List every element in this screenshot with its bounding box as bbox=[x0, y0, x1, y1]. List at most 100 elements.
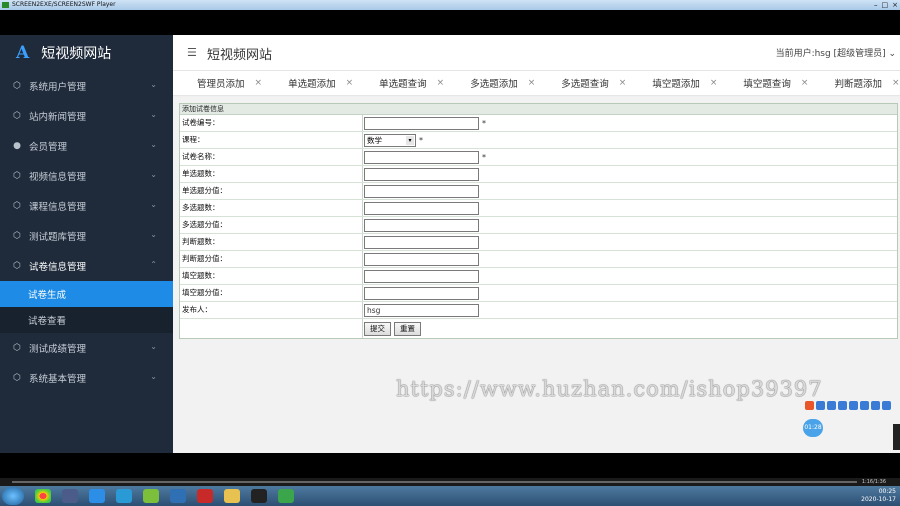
sidebar-item-courses[interactable]: ⬡ 课程信息管理 ⌄ bbox=[0, 191, 173, 221]
cube-icon: ⬡ bbox=[13, 171, 21, 181]
course-select[interactable]: 数学 ▾ bbox=[364, 133, 416, 147]
tab-multi-choice-add[interactable]: 多选题添加 × bbox=[470, 76, 535, 90]
sidebar-item-label: 测试成绩管理 bbox=[29, 344, 87, 355]
close-icon[interactable]: × bbox=[892, 0, 898, 10]
sidebar-item-news[interactable]: ⬡ 站内新闻管理 ⌄ bbox=[0, 101, 173, 131]
player-title-bar: SCREEN2EXE/SCREEN2SWF Player – □ × bbox=[0, 0, 900, 10]
tab-single-choice-query[interactable]: 单选题查询 × bbox=[379, 76, 444, 90]
true-false-count-input[interactable] bbox=[364, 235, 479, 249]
close-icon[interactable]: × bbox=[892, 78, 900, 88]
multi-choice-count-input[interactable] bbox=[364, 201, 479, 215]
chevron-up-icon: ⌃ bbox=[150, 260, 157, 269]
emoji-icon[interactable] bbox=[838, 401, 847, 410]
app-icon[interactable] bbox=[170, 489, 186, 503]
system-tray[interactable]: 00:25 2020-10-17 bbox=[861, 488, 896, 504]
maximize-icon[interactable]: □ bbox=[882, 0, 889, 10]
sidebar-item-videos[interactable]: ⬡ 视频信息管理 ⌄ bbox=[0, 161, 173, 191]
fill-blank-score-input[interactable] bbox=[364, 286, 479, 300]
progress-track[interactable] bbox=[12, 481, 857, 483]
tab-true-false-add[interactable]: 判断题添加 × bbox=[834, 76, 899, 90]
ime-toolbar bbox=[805, 401, 891, 410]
field-label: 填空题数： bbox=[180, 268, 363, 284]
tab-fill-blank-query[interactable]: 填空题查询 × bbox=[743, 76, 808, 90]
fill-blank-count-input[interactable] bbox=[364, 269, 479, 283]
single-choice-count-input[interactable] bbox=[364, 167, 479, 181]
reset-button[interactable]: 重置 bbox=[394, 321, 421, 336]
form-row: 单选题数： bbox=[180, 166, 897, 183]
tab-label: 判断题添加 bbox=[834, 79, 882, 90]
tab-label: 多选题添加 bbox=[470, 79, 518, 90]
required-mark: * bbox=[482, 152, 486, 162]
form-row: 多选题分值： bbox=[180, 217, 897, 234]
app-icon[interactable] bbox=[89, 489, 105, 503]
true-false-score-input[interactable] bbox=[364, 252, 479, 266]
keyboard-icon[interactable] bbox=[860, 401, 869, 410]
chevron-down-icon: ⌄ bbox=[150, 342, 157, 351]
ime-mode-icon[interactable] bbox=[816, 401, 825, 410]
watermark: https://www.huzhan.com/ishop39397 bbox=[396, 377, 823, 401]
skin-icon[interactable] bbox=[871, 401, 880, 410]
close-icon[interactable]: × bbox=[710, 78, 718, 88]
player-icon[interactable] bbox=[278, 489, 294, 503]
qq-icon[interactable] bbox=[251, 489, 267, 503]
sidebar-subitem-view-paper[interactable]: 试卷查看 bbox=[0, 307, 173, 333]
tab-single-choice-add[interactable]: 单选题添加 × bbox=[288, 76, 353, 90]
sidebar-item-label: 测试题库管理 bbox=[29, 232, 87, 243]
sidebar-item-exam-papers[interactable]: ⬡ 试卷信息管理 ⌃ bbox=[0, 251, 173, 281]
required-mark: * bbox=[482, 118, 486, 128]
cube-icon: ⬡ bbox=[13, 261, 21, 271]
multi-choice-score-input[interactable] bbox=[364, 218, 479, 232]
submit-button[interactable]: 提交 bbox=[364, 321, 391, 336]
course-select-value: 数学 bbox=[367, 135, 382, 145]
current-user-dropdown[interactable]: 当前用户:hsg [超级管理员] ⌄ bbox=[776, 46, 896, 59]
field-label: 课程： bbox=[180, 132, 363, 148]
paper-name-input[interactable] bbox=[364, 150, 479, 164]
sidebar-item-scores[interactable]: ⬡ 测试成绩管理 ⌄ bbox=[0, 333, 173, 363]
tab-fill-blank-add[interactable]: 填空题添加 × bbox=[652, 76, 717, 90]
app-icon[interactable] bbox=[116, 489, 132, 503]
sidebar-subitem-generate-paper[interactable]: 试卷生成 bbox=[0, 281, 173, 307]
field-label: 发布人： bbox=[180, 302, 363, 318]
close-icon[interactable]: × bbox=[437, 78, 445, 88]
cube-icon: ⬡ bbox=[13, 373, 21, 383]
app-icon[interactable] bbox=[62, 489, 78, 503]
field-label: 多选题数： bbox=[180, 200, 363, 216]
mic-icon[interactable] bbox=[849, 401, 858, 410]
sidebar-item-system-basic[interactable]: ⬡ 系统基本管理 ⌄ bbox=[0, 363, 173, 393]
tab-multi-choice-query[interactable]: 多选题查询 × bbox=[561, 76, 626, 90]
start-button[interactable] bbox=[2, 487, 24, 505]
close-icon[interactable]: × bbox=[346, 78, 354, 88]
publisher-input[interactable] bbox=[364, 303, 479, 317]
chevron-down-icon: ⌄ bbox=[150, 110, 157, 119]
chevron-down-icon: ▾ bbox=[406, 135, 414, 145]
sidebar-item-members[interactable]: ● 会员管理 ⌄ bbox=[0, 131, 173, 161]
floating-clock-badge[interactable]: 01:28 bbox=[803, 419, 823, 437]
sogou-icon[interactable] bbox=[805, 401, 814, 410]
close-icon[interactable]: × bbox=[801, 78, 809, 88]
punctuation-icon[interactable] bbox=[827, 401, 836, 410]
tab-admin-add[interactable]: 管理员添加 × bbox=[197, 76, 262, 90]
player-time: 1:16/1:36 bbox=[861, 479, 886, 485]
app-icon[interactable] bbox=[143, 489, 159, 503]
folder-icon[interactable] bbox=[224, 489, 240, 503]
close-icon[interactable]: × bbox=[255, 78, 263, 88]
close-icon[interactable]: × bbox=[528, 78, 536, 88]
flash-icon[interactable] bbox=[197, 489, 213, 503]
close-icon[interactable]: × bbox=[619, 78, 627, 88]
paper-id-input[interactable] bbox=[364, 116, 479, 130]
sidebar-item-label: 会员管理 bbox=[29, 142, 68, 153]
site-title: 短视频网站 bbox=[207, 48, 273, 63]
scroll-handle[interactable] bbox=[893, 424, 900, 450]
sidebar-item-system-users[interactable]: ⬡ 系统用户管理 ⌄ bbox=[0, 71, 173, 101]
hamburger-menu-icon[interactable]: ☰ bbox=[187, 46, 197, 59]
form-title: 添加试卷信息 bbox=[180, 104, 897, 115]
toolbox-icon[interactable] bbox=[882, 401, 891, 410]
actions-spacer bbox=[180, 319, 363, 338]
cube-icon: ⬡ bbox=[13, 201, 21, 211]
cube-icon: ⬡ bbox=[13, 111, 21, 121]
minimize-icon[interactable]: – bbox=[874, 0, 878, 10]
player-progress-bar[interactable]: 1:16/1:36 bbox=[0, 478, 900, 486]
chrome-icon[interactable] bbox=[35, 489, 51, 503]
sidebar-item-question-bank[interactable]: ⬡ 测试题库管理 ⌄ bbox=[0, 221, 173, 251]
single-choice-score-input[interactable] bbox=[364, 184, 479, 198]
